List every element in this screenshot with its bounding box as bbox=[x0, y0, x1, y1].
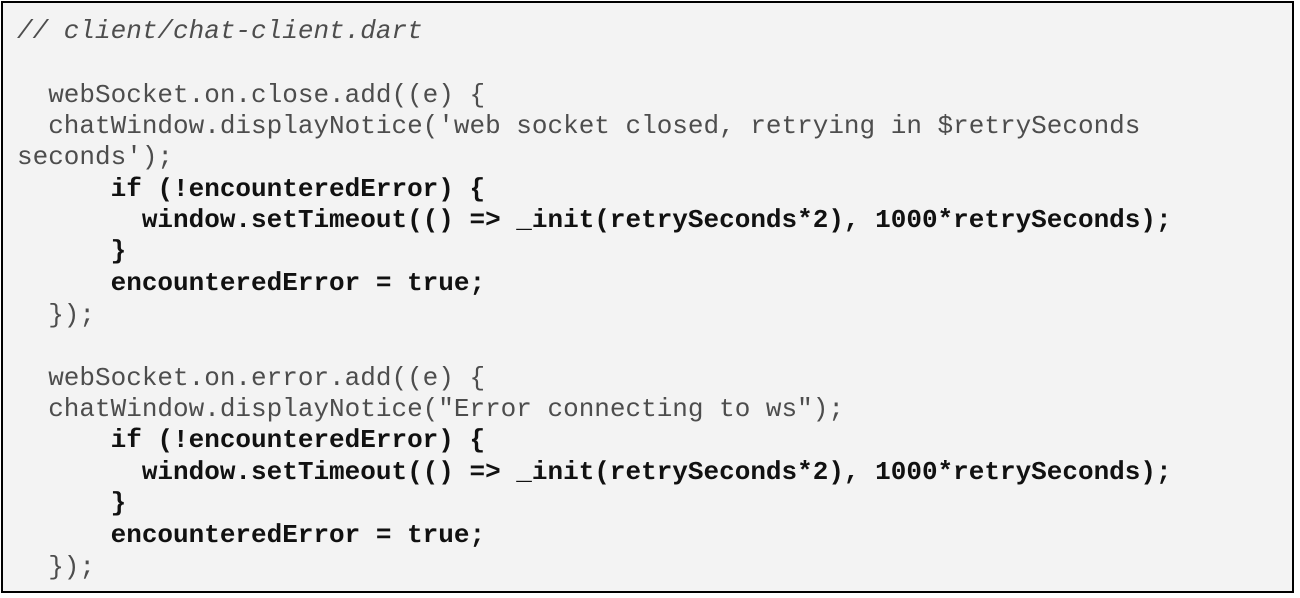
close-handler-close: }); bbox=[17, 300, 96, 330]
error-assign: encounteredError = true; bbox=[17, 520, 486, 550]
error-set-timeout: window.setTimeout(() => _init(retrySecon… bbox=[17, 457, 1172, 487]
close-if-close: } bbox=[17, 236, 127, 266]
close-assign: encounteredError = true; bbox=[17, 268, 486, 298]
error-handler-close: }); bbox=[17, 552, 96, 582]
close-handler-open: webSocket.on.close.add((e) { bbox=[17, 80, 486, 110]
code-listing: // client/chat-client.dart webSocket.on.… bbox=[1, 1, 1294, 593]
error-handler-open: webSocket.on.error.add((e) { bbox=[17, 363, 486, 393]
close-notice-line-1: chatWindow.displayNotice('web socket clo… bbox=[17, 111, 1141, 141]
error-notice: chatWindow.displayNotice("Error connecti… bbox=[17, 394, 844, 424]
error-if-open: if (!encounteredError) { bbox=[17, 425, 486, 455]
error-if-close: } bbox=[17, 488, 127, 518]
file-comment: // client/chat-client.dart bbox=[17, 16, 423, 46]
close-set-timeout: window.setTimeout(() => _init(retrySecon… bbox=[17, 205, 1172, 235]
close-notice-line-2: seconds'); bbox=[17, 142, 174, 172]
close-if-open: if (!encounteredError) { bbox=[17, 174, 486, 204]
